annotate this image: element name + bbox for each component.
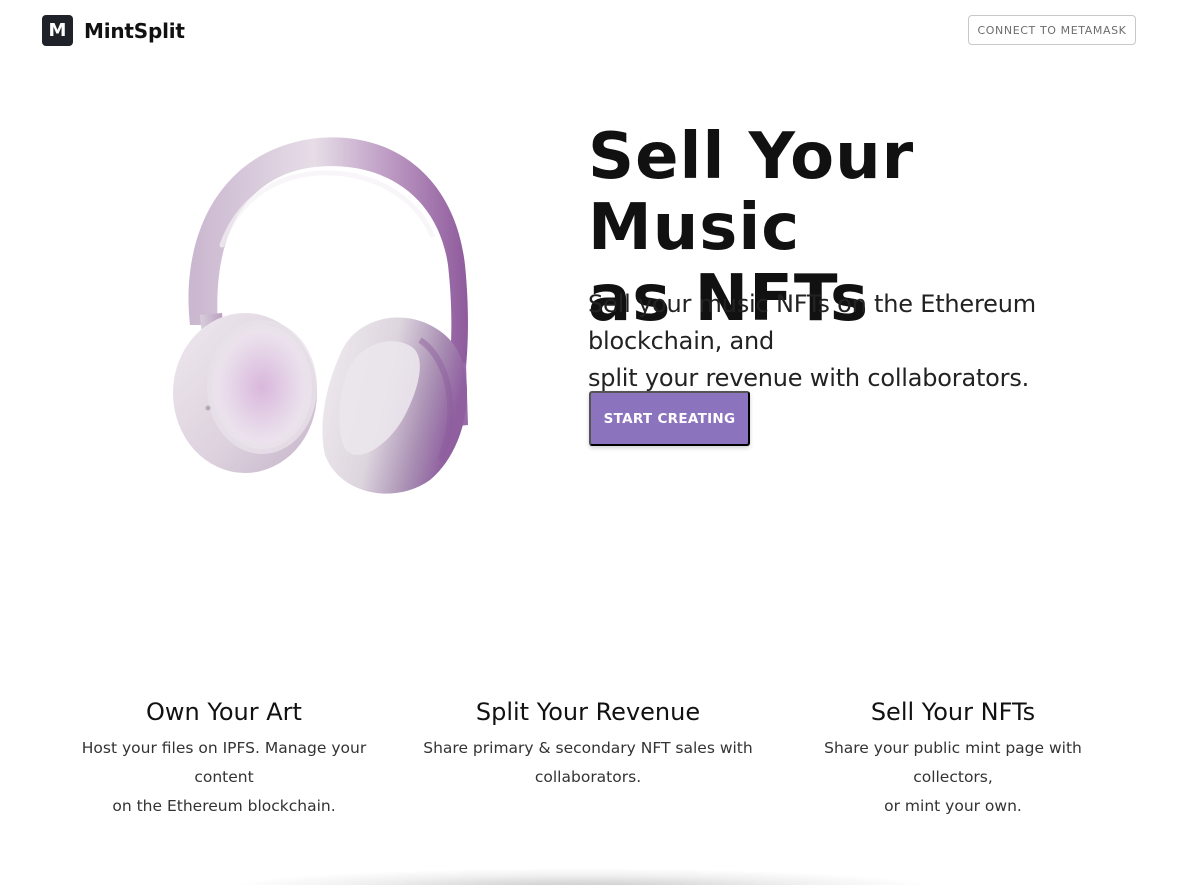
feature-sell-your-nfts: Sell Your NFTs Share your public mint pa… (783, 696, 1123, 821)
hero-subtitle: Sell your music NFTs on the Ethereum blo… (588, 286, 1148, 397)
start-creating-button[interactable]: START CREATING (589, 391, 750, 446)
feature-description: Host your files on IPFS. Manage your con… (54, 734, 394, 821)
brand-logo[interactable]: M MintSplit (42, 15, 185, 46)
hero-title-line1: Sell Your Music (588, 120, 915, 265)
feature-description: Share primary & secondary NFT sales with… (418, 734, 758, 792)
section-shadow (220, 868, 940, 885)
feature-description-line1: Share primary & secondary NFT sales with (423, 739, 753, 757)
feature-description-line1: Share your public mint page with collect… (824, 739, 1082, 786)
feature-description-line2: collaborators. (534, 768, 642, 786)
hero-subtitle-line1: Sell your music NFTs on the Ethereum blo… (588, 290, 1036, 355)
feature-own-your-art: Own Your Art Host your files on IPFS. Ma… (54, 696, 394, 821)
feature-title: Split Your Revenue (475, 698, 701, 726)
feature-description: Share your public mint page with collect… (783, 734, 1123, 821)
site-header: M MintSplit CONNECT TO METAMASK (0, 0, 1200, 60)
feature-description-line2: or mint your own. (884, 797, 1022, 815)
feature-title: Sell Your NFTs (870, 698, 1036, 726)
feature-description-line2: on the Ethereum blockchain. (112, 797, 336, 815)
feature-title: Own Your Art (146, 698, 302, 726)
logo-mark-icon: M (42, 15, 73, 46)
landing-page: M MintSplit CONNECT TO METAMASK Sell You… (0, 0, 1200, 885)
connect-metamask-button[interactable]: CONNECT TO METAMASK (968, 15, 1136, 45)
feature-split-your-revenue: Split Your Revenue Share primary & secon… (418, 696, 758, 792)
headphones-image (150, 125, 490, 505)
brand-name: MintSplit (84, 18, 185, 43)
feature-description-line1: Host your files on IPFS. Manage your con… (81, 739, 367, 786)
hero-subtitle-line2: split your revenue with collaborators. (588, 364, 1030, 392)
logo-letter: M (48, 19, 67, 41)
